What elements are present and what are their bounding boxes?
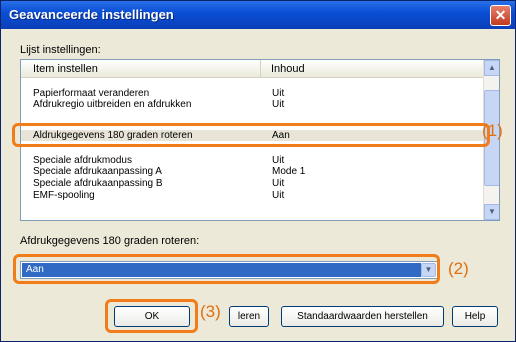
restore-defaults-button[interactable]: Standaardwaarden herstellen — [281, 306, 444, 327]
list-item[interactable]: Speciale afdrukaanpassing A Mode 1 — [21, 166, 484, 177]
list-item-partial[interactable] — [21, 111, 484, 116]
callout-highlight-2 — [13, 254, 440, 284]
callout-highlight-3 — [105, 299, 198, 333]
advanced-settings-dialog: Geavanceerde instellingen ✕ Lijst instel… — [0, 0, 516, 342]
callout-label-1: (1) — [482, 121, 503, 140]
title-bar: Geavanceerde instellingen ✕ — [1, 1, 515, 29]
list-item[interactable]: Speciale afdrukaanpassing B Uit — [21, 178, 484, 189]
close-icon: ✕ — [494, 7, 507, 23]
list-item-value: Uit — [272, 99, 285, 110]
scroll-up-button[interactable]: ▲ — [484, 60, 499, 76]
list-item[interactable]: Papierformaat veranderen Uit — [21, 88, 484, 99]
list-item[interactable]: Speciale afdrukmodus Uit — [21, 155, 484, 166]
list-item-label: Papierformaat veranderen — [33, 88, 150, 99]
setting-label: Afdrukgegevens 180 graden roteren: — [20, 235, 199, 247]
list-item-value: Uit — [272, 190, 285, 201]
help-button[interactable]: Help — [452, 306, 498, 327]
list-item[interactable]: EMF-spooling Uit — [21, 190, 484, 201]
scroll-down-button[interactable]: ▼ — [484, 204, 499, 220]
callout-label-2: (2) — [448, 259, 469, 278]
list-item-label: Speciale afdrukmodus — [33, 155, 132, 166]
cancel-button[interactable]: leren — [229, 306, 269, 327]
setting-label-text: Afdrukgegevens 180 graden roteren: — [20, 235, 200, 247]
list-item-label: Speciale afdrukaanpassing B — [33, 178, 163, 189]
list-item-label: Speciale afdrukaanpassing A — [33, 166, 162, 177]
callout-label-3: (3) — [200, 302, 221, 321]
window-title: Geavanceerde instellingen — [9, 7, 174, 22]
list-item-label: Afdrukregio uitbreiden en afdrukken — [33, 99, 192, 110]
list-header: Item instellen Inhoud — [21, 60, 484, 78]
list-item-value: Uit — [272, 178, 285, 189]
list-item-label: EMF-spooling — [33, 190, 95, 201]
close-button[interactable]: ✕ — [490, 5, 511, 26]
column-header-value[interactable]: Inhoud — [261, 60, 484, 78]
list-item-value: Uit — [272, 88, 285, 99]
chevron-up-icon: ▲ — [488, 63, 496, 72]
chevron-down-icon: ▼ — [488, 207, 496, 216]
list-item-value: Mode 1 — [272, 166, 306, 177]
callout-highlight-1 — [12, 123, 490, 147]
list-item-value: Uit — [272, 155, 285, 166]
settings-list-label: Lijst instellingen: — [20, 44, 101, 56]
column-header-item[interactable]: Item instellen — [21, 60, 261, 78]
list-item[interactable]: Afdrukregio uitbreiden en afdrukken Uit — [21, 99, 484, 110]
